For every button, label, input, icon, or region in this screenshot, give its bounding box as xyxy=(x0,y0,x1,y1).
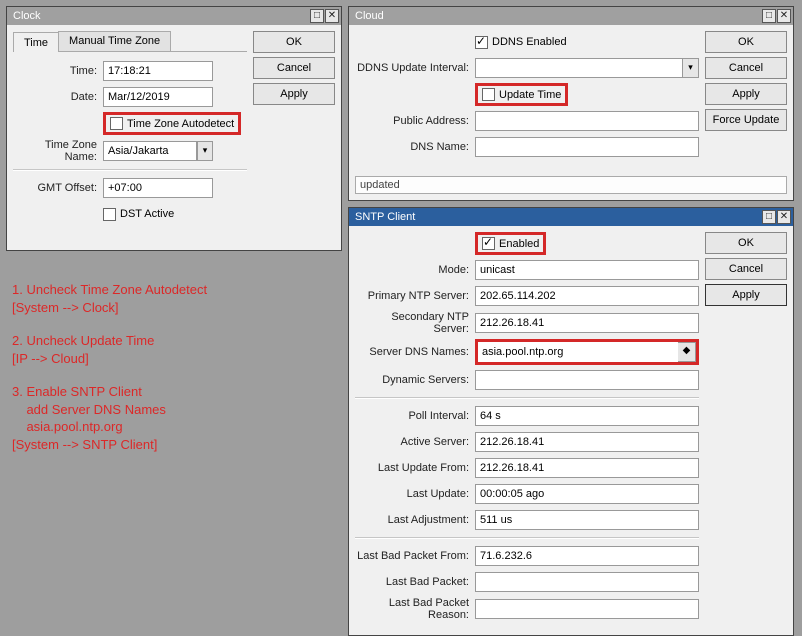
tz-name-input[interactable] xyxy=(103,141,197,161)
server-dns-label: Server DNS Names: xyxy=(355,346,475,358)
clock-apply-button[interactable]: Apply xyxy=(253,83,335,105)
public-addr-label: Public Address: xyxy=(355,115,475,127)
dynamic-servers-label: Dynamic Servers: xyxy=(355,374,475,386)
poll-label: Poll Interval: xyxy=(355,410,475,422)
update-time-checkbox[interactable] xyxy=(482,88,495,101)
sntp-enabled-label: Enabled xyxy=(499,238,539,250)
primary-ntp-label: Primary NTP Server: xyxy=(355,290,475,302)
ddns-enabled-label: DDNS Enabled xyxy=(492,36,567,48)
cloud-apply-button[interactable]: Apply xyxy=(705,83,787,105)
minimize-icon[interactable]: □ xyxy=(762,210,776,224)
mode-label: Mode: xyxy=(355,264,475,276)
cloud-titlebar: Cloud □ ✕ xyxy=(349,7,793,25)
secondary-ntp-input[interactable] xyxy=(475,313,699,333)
last-adjustment-label: Last Adjustment: xyxy=(355,514,475,526)
last-update-from-label: Last Update From: xyxy=(355,462,475,474)
minimize-icon[interactable]: □ xyxy=(310,9,324,23)
date-input[interactable] xyxy=(103,87,213,107)
sntp-apply-button[interactable]: Apply xyxy=(705,284,787,306)
dst-checkbox[interactable] xyxy=(103,208,116,221)
ddns-enabled-checkbox[interactable] xyxy=(475,36,488,49)
tz-autodetect-label: Time Zone Autodetect xyxy=(127,118,234,130)
tab-time[interactable]: Time xyxy=(13,32,59,52)
last-update-label: Last Update: xyxy=(355,488,475,500)
clock-window: Clock □ ✕ Time Manual Time Zone Time: Da… xyxy=(6,6,342,251)
clock-ok-button[interactable]: OK xyxy=(253,31,335,53)
gmt-label: GMT Offset: xyxy=(13,182,103,194)
last-bad-packet-from-input xyxy=(475,546,699,566)
annotation-notes: 1. Uncheck Time Zone Autodetect[System -… xyxy=(6,281,342,469)
ddns-interval-label: DDNS Update Interval: xyxy=(355,62,475,74)
last-bad-packet-reason-input xyxy=(475,599,699,619)
active-server-label: Active Server: xyxy=(355,436,475,448)
last-bad-packet-from-label: Last Bad Packet From: xyxy=(355,550,475,562)
minimize-icon[interactable]: □ xyxy=(762,9,776,23)
tz-autodetect-checkbox[interactable] xyxy=(110,117,123,130)
server-dns-highlight: ◆ xyxy=(475,339,699,365)
last-bad-packet-label: Last Bad Packet: xyxy=(355,576,475,588)
time-label: Time: xyxy=(13,65,103,77)
public-addr-input[interactable] xyxy=(475,111,699,131)
gmt-input[interactable] xyxy=(103,178,213,198)
primary-ntp-input[interactable] xyxy=(475,286,699,306)
sntp-enabled-highlight: Enabled xyxy=(475,232,546,255)
last-bad-packet-reason-label: Last Bad Packet Reason: xyxy=(355,597,475,621)
dst-label: DST Active xyxy=(120,208,174,220)
sntp-cancel-button[interactable]: Cancel xyxy=(705,258,787,280)
poll-input[interactable] xyxy=(475,406,699,426)
dns-name-input[interactable] xyxy=(475,137,699,157)
last-adjustment-input xyxy=(475,510,699,530)
last-bad-packet-input xyxy=(475,572,699,592)
tz-autodetect-highlight: Time Zone Autodetect xyxy=(103,112,241,135)
ddns-interval-dropdown-icon[interactable]: ▾ xyxy=(683,58,699,78)
update-time-label: Update Time xyxy=(499,89,561,101)
sntp-window: SNTP Client □ ✕ Enabled Mode: xyxy=(348,207,794,636)
cloud-status: updated xyxy=(355,176,787,194)
cloud-ok-button[interactable]: OK xyxy=(705,31,787,53)
server-dns-stepper-icon[interactable]: ◆ xyxy=(678,342,696,362)
cloud-window: Cloud □ ✕ DDNS Enabled DDNS Update Inter… xyxy=(348,6,794,201)
cloud-cancel-button[interactable]: Cancel xyxy=(705,57,787,79)
update-time-highlight: Update Time xyxy=(475,83,568,106)
server-dns-input[interactable] xyxy=(478,342,678,362)
sntp-titlebar: SNTP Client □ ✕ xyxy=(349,208,793,226)
sntp-ok-button[interactable]: OK xyxy=(705,232,787,254)
cloud-force-update-button[interactable]: Force Update xyxy=(705,109,787,131)
cloud-title: Cloud xyxy=(355,7,384,25)
secondary-ntp-label: Secondary NTP Server: xyxy=(355,311,475,335)
close-icon[interactable]: ✕ xyxy=(777,9,791,23)
time-input[interactable] xyxy=(103,61,213,81)
tab-manual-tz[interactable]: Manual Time Zone xyxy=(58,31,171,51)
ddns-interval-input[interactable] xyxy=(475,58,683,78)
mode-input[interactable] xyxy=(475,260,699,280)
tz-name-dropdown-icon[interactable]: ▾ xyxy=(197,141,213,161)
last-update-input xyxy=(475,484,699,504)
sntp-title: SNTP Client xyxy=(355,208,415,226)
active-server-input xyxy=(475,432,699,452)
close-icon[interactable]: ✕ xyxy=(777,210,791,224)
dns-name-label: DNS Name: xyxy=(355,141,475,153)
dynamic-servers-input[interactable] xyxy=(475,370,699,390)
date-label: Date: xyxy=(13,91,103,103)
close-icon[interactable]: ✕ xyxy=(325,9,339,23)
clock-cancel-button[interactable]: Cancel xyxy=(253,57,335,79)
clock-tabs: Time Manual Time Zone xyxy=(13,31,247,52)
clock-title: Clock xyxy=(13,7,41,25)
last-update-from-input xyxy=(475,458,699,478)
tz-name-label: Time Zone Name: xyxy=(13,139,103,163)
sntp-enabled-checkbox[interactable] xyxy=(482,237,495,250)
clock-titlebar: Clock □ ✕ xyxy=(7,7,341,25)
